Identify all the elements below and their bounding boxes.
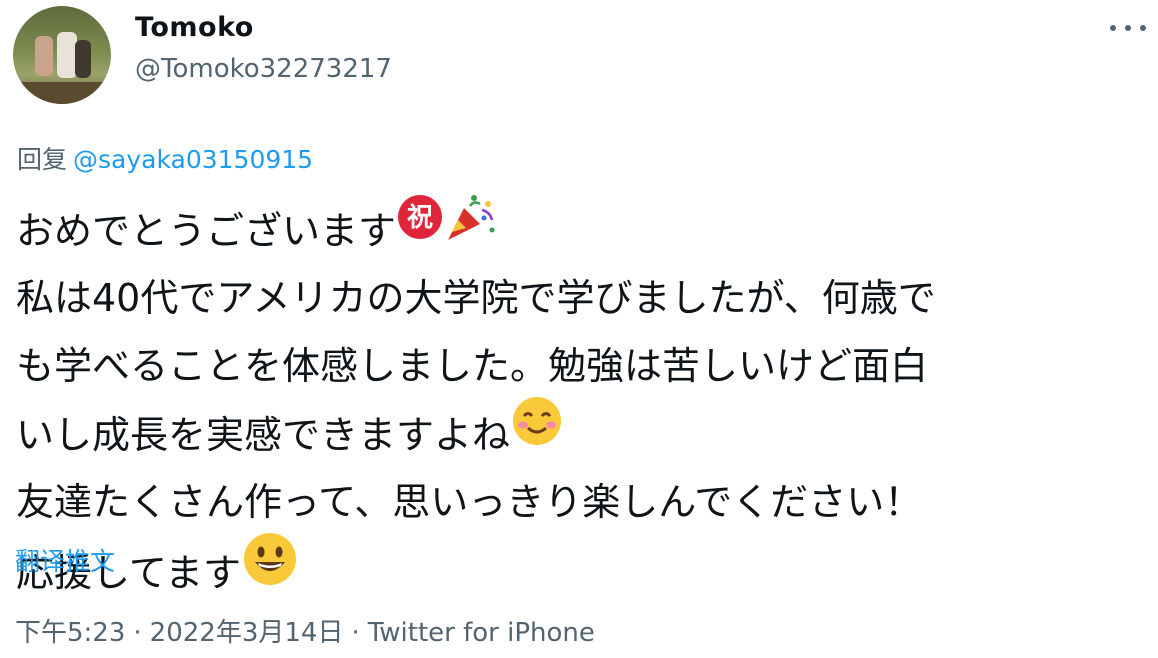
- party-popper-emoji: [444, 190, 498, 265]
- tweet-line-6: 応援してます: [16, 533, 1146, 604]
- tweet-date[interactable]: 2022年3月14日: [150, 618, 344, 648]
- tweet-line-4: いし成長を実感できますよね: [16, 397, 1146, 468]
- tweet-meta: 下午5:23 · 2022年3月14日 · Twitter for iPhone: [15, 612, 595, 649]
- reply-label: 回复: [17, 145, 68, 174]
- translate-tweet-link[interactable]: 翻译推文: [15, 542, 115, 578]
- meta-separator: ·: [351, 618, 360, 648]
- meta-separator: ·: [133, 618, 142, 648]
- author-handle[interactable]: @Tomoko32273217: [135, 54, 392, 84]
- reply-context: 回复 @sayaka03150915: [17, 140, 313, 176]
- tweet-line-1-text: おめでとうございます: [16, 209, 397, 253]
- tweet-line-2: 私は40代でアメリカの大学院で学びましたが、何歳で: [16, 276, 936, 320]
- congratulations-emoji: 祝: [396, 193, 444, 262]
- svg-text:祝: 祝: [407, 203, 433, 233]
- reply-mention-link[interactable]: @sayaka03150915: [73, 145, 313, 174]
- tweet-line-4-text: いし成長を実感できますよね: [16, 413, 511, 457]
- tweet-time[interactable]: 下午5:23: [15, 618, 125, 648]
- avatar[interactable]: [13, 6, 111, 104]
- more-options-icon[interactable]: [1110, 16, 1146, 40]
- tweet-line-3: も学べることを体感しました。勉強は苦しいけど面白: [16, 344, 929, 388]
- tweet-source[interactable]: Twitter for iPhone: [368, 618, 595, 648]
- author-name[interactable]: Tomoko: [135, 12, 254, 43]
- tweet-line-1: おめでとうございます祝: [16, 193, 1146, 264]
- smiling-blush-emoji: [510, 394, 564, 469]
- tweet-text: おめでとうございます祝 私は40代でアメリカの大学院で学びましたが、何歳で も学…: [16, 193, 1146, 604]
- grinning-face-emoji: [241, 530, 299, 609]
- tweet-line-5: 友達たくさん作って、思いっきり楽しんでください！: [16, 480, 923, 524]
